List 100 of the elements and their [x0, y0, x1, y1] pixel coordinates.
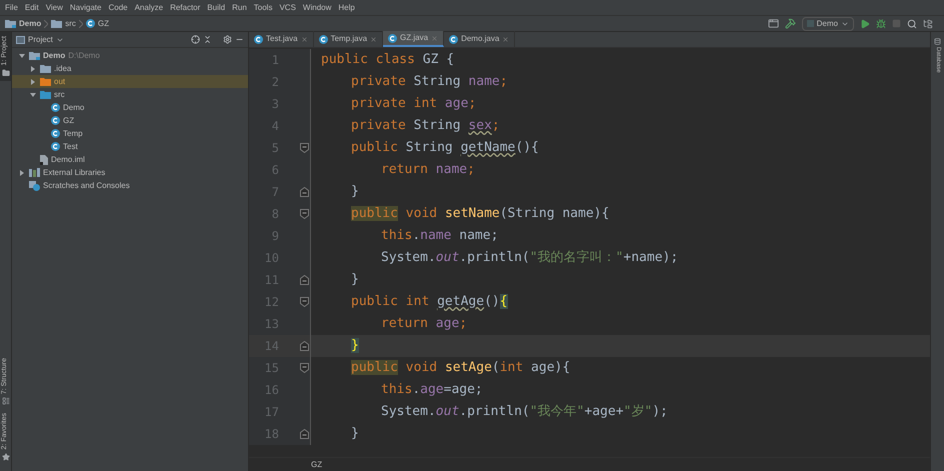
class-icon	[51, 103, 60, 112]
menu-item[interactable]: Help	[338, 2, 355, 14]
close-icon[interactable]	[502, 36, 510, 42]
folder-icon	[40, 77, 51, 86]
menu-item[interactable]: Analyze	[134, 2, 164, 14]
tree-label: Demo	[63, 102, 84, 114]
menu-item[interactable]: Refactor	[170, 2, 200, 14]
scratches-icon	[29, 180, 40, 190]
settings-icon[interactable]	[223, 35, 232, 44]
code-line: public int getAge(){	[350, 293, 508, 312]
menu-item[interactable]: File	[5, 2, 18, 14]
tree-label: External Libraries	[43, 166, 106, 178]
tree-label: Temp	[63, 128, 83, 140]
tree-item[interactable]: Temp	[12, 127, 248, 140]
menu-item[interactable]: Edit	[24, 2, 39, 14]
fold-icon[interactable]	[300, 341, 309, 351]
separator-icon	[78, 20, 83, 28]
window-icon[interactable]	[768, 18, 779, 29]
search-icon[interactable]	[907, 18, 917, 28]
file-icon	[40, 154, 48, 164]
class-icon	[51, 142, 60, 151]
database-icon	[934, 38, 941, 45]
folder-icon	[2, 68, 10, 77]
expanded-arrow-icon[interactable]	[19, 52, 25, 58]
menu-item[interactable]: View	[46, 2, 63, 14]
fold-icon[interactable]	[300, 209, 309, 219]
code-line: this.name name;	[380, 227, 498, 246]
code-line: public String getName(){	[350, 139, 539, 158]
project-folder-icon	[5, 19, 16, 28]
fold-icon[interactable]	[300, 275, 309, 285]
collapse-icon[interactable]	[203, 35, 212, 44]
star-icon	[2, 453, 10, 461]
collapsed-arrow-icon[interactable]	[30, 66, 36, 72]
tree-label: Scratches and Consoles	[43, 180, 130, 192]
class-icon	[449, 34, 458, 44]
menu-item[interactable]: Navigate	[70, 2, 102, 14]
collapsed-arrow-icon[interactable]	[30, 78, 36, 84]
fold-icon[interactable]	[300, 429, 309, 439]
tree-label: out	[54, 76, 66, 88]
code-line: return name;	[380, 161, 475, 180]
editor-tab[interactable]: Demo.java	[444, 31, 516, 47]
breadcrumb-item[interactable]: src	[65, 18, 76, 30]
project-folder-icon	[29, 51, 40, 60]
tree-item[interactable]: GZ	[12, 114, 248, 127]
class-icon	[51, 116, 60, 125]
menu-item[interactable]: Code	[108, 2, 128, 14]
editor-breadcrumb[interactable]: GZ	[311, 458, 322, 470]
breadcrumb-item[interactable]: Demo	[19, 18, 42, 30]
breadcrumb-item[interactable]: GZ	[98, 18, 110, 30]
locate-icon[interactable]	[191, 35, 200, 44]
tree-label: Demo.iml	[51, 154, 85, 166]
tree-label: Test	[63, 140, 78, 152]
tree-item[interactable]: Test	[12, 140, 248, 153]
editor-tab[interactable]: GZ.java	[383, 31, 444, 47]
class-icon	[388, 34, 398, 42]
menu-item[interactable]: Window	[302, 2, 332, 14]
collapsed-arrow-icon[interactable]	[19, 170, 25, 176]
editor-tab[interactable]: Test.java	[249, 31, 314, 47]
expanded-arrow-icon[interactable]	[30, 92, 36, 98]
build-icon[interactable]	[784, 18, 796, 29]
tree-item[interactable]: Demo D:\Demo	[12, 49, 248, 62]
menu-item[interactable]: Run	[232, 2, 247, 14]
structure-icon	[2, 397, 10, 406]
code-line: }	[350, 271, 359, 290]
tree-item[interactable]: Scratches and Consoles	[12, 179, 248, 192]
tree-item[interactable]: Demo	[12, 101, 248, 114]
menu-item[interactable]: Build	[207, 2, 226, 14]
fold-icon[interactable]	[300, 363, 309, 373]
code-line: }	[350, 183, 359, 202]
run-icon[interactable]	[860, 18, 870, 28]
fold-icon[interactable]	[300, 297, 309, 307]
fold-icon[interactable]	[300, 143, 309, 153]
run-config-dropdown[interactable]: Demo	[802, 16, 854, 30]
tree-label: GZ	[63, 114, 74, 126]
tree-item[interactable]: Demo.iml	[12, 153, 248, 166]
tree-item[interactable]: src	[12, 88, 248, 101]
code-line: public void setName(String name){	[350, 205, 610, 224]
folder-icon	[40, 64, 51, 73]
separator-icon	[44, 20, 48, 28]
fold-icon[interactable]	[300, 187, 309, 197]
code-line: this.age=age;	[380, 381, 483, 400]
folder-icon	[51, 19, 62, 28]
tree-item[interactable]: External Libraries	[12, 166, 248, 179]
class-icon	[86, 19, 95, 28]
tree-label: Demo	[43, 50, 66, 62]
library-icon	[29, 168, 40, 177]
tree-item[interactable]: out	[12, 75, 248, 88]
menu-item[interactable]: VCS	[279, 2, 296, 14]
bug-icon[interactable]	[876, 18, 886, 28]
close-icon[interactable]	[300, 36, 308, 42]
code-line: System.out.println("我的名字叫："+name);	[380, 249, 678, 268]
tree-item[interactable]: .idea	[12, 62, 248, 75]
tree-label: .idea	[54, 62, 72, 74]
code-line: public class GZ {	[320, 51, 454, 70]
panel-title: Project	[28, 34, 53, 46]
menu-item[interactable]: Tools	[254, 2, 272, 14]
close-icon[interactable]	[370, 36, 378, 42]
project-structure-icon[interactable]	[923, 18, 933, 28]
code-line: System.out.println("我今年"+age+"岁");	[380, 403, 668, 422]
code-line: private String sex;	[350, 117, 500, 136]
